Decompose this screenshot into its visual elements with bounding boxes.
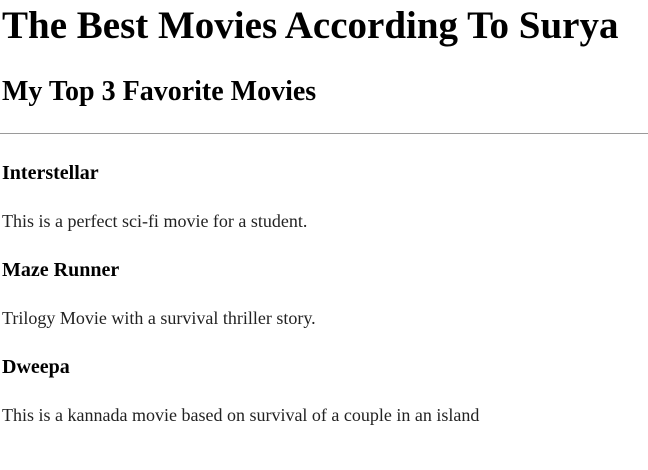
section-heading: My Top 3 Favorite Movies [2, 76, 317, 107]
movie-description-interstellar: This is a perfect sci-fi movie for a stu… [2, 211, 308, 231]
movie-title-maze-runner: Maze Runner [2, 259, 120, 281]
movie-title-interstellar: Interstellar [2, 162, 99, 184]
horizontal-divider [0, 133, 648, 134]
movie-description-dweepa: This is a kannada movie based on surviva… [2, 405, 480, 425]
movie-title-dweepa: Dweepa [2, 356, 70, 378]
page-title: The Best Movies According To Surya [2, 4, 619, 47]
movie-description-maze-runner: Trilogy Movie with a survival thriller s… [2, 308, 316, 328]
